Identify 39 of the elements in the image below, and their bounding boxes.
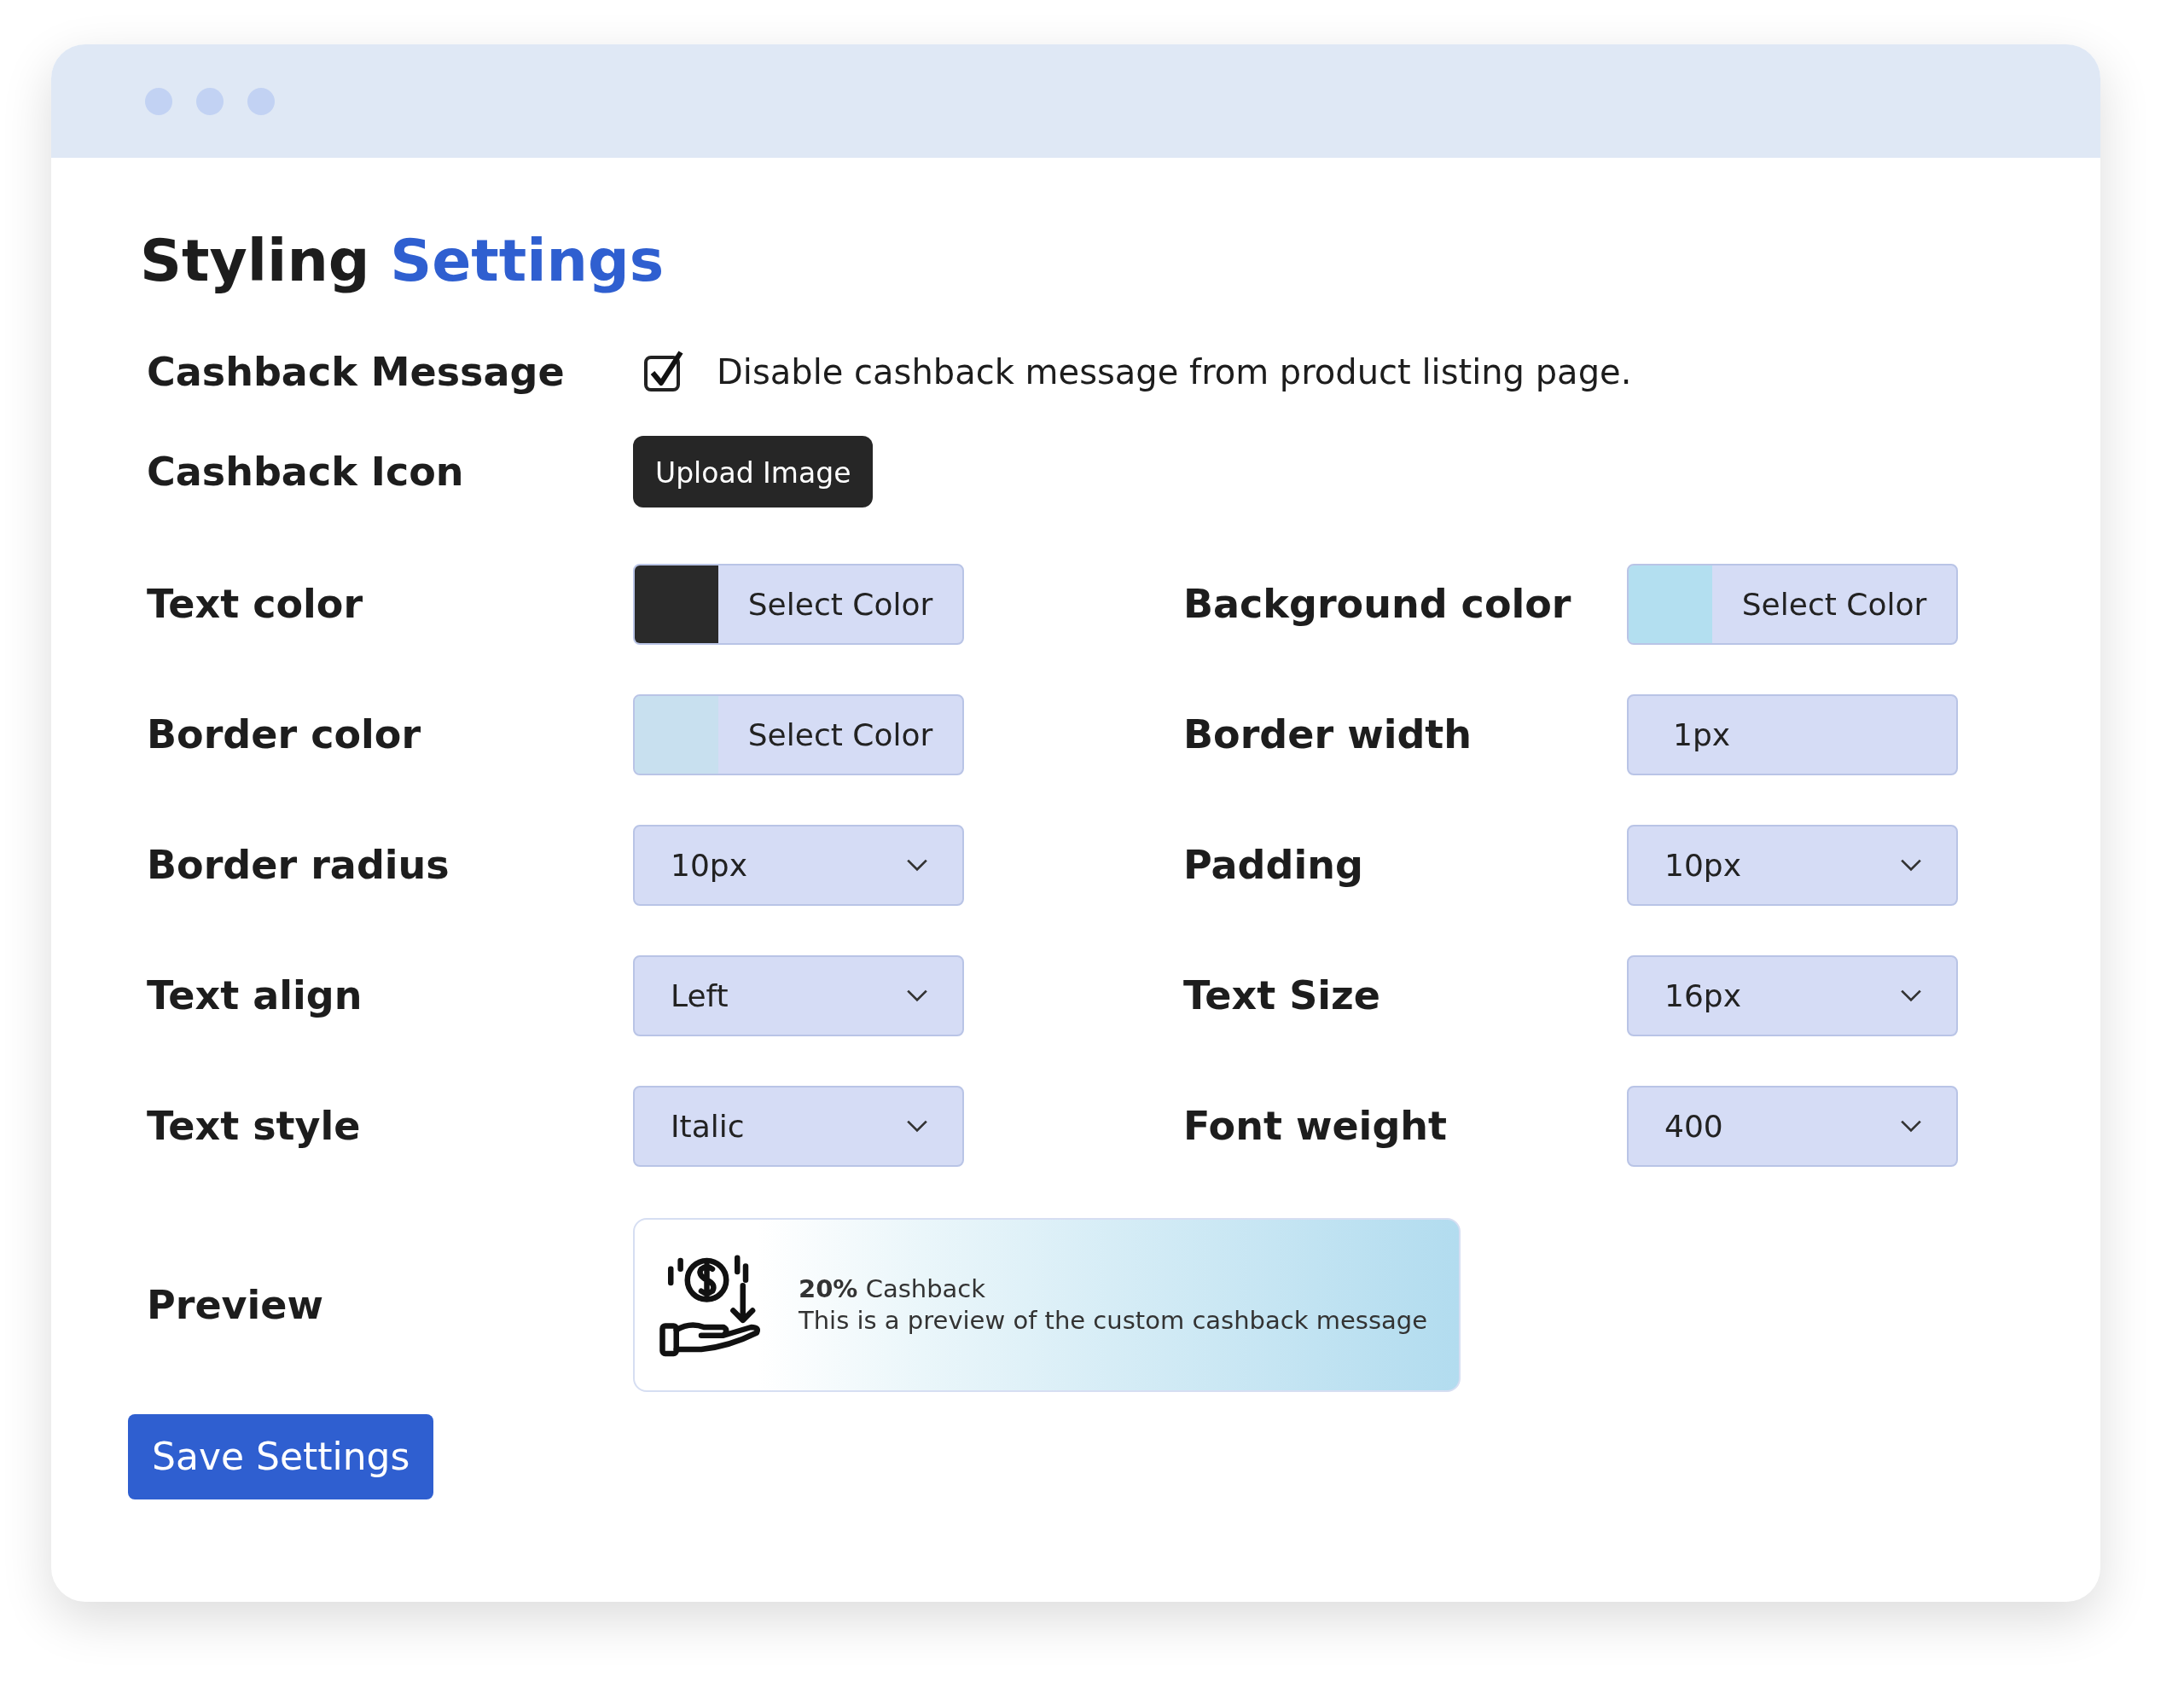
preview-message: This is a preview of the custom cashback message	[799, 1304, 1428, 1336]
field-label: Cashback Message	[147, 348, 566, 395]
checkbox-label: Disable cashback message from product listing page.	[717, 351, 1632, 392]
color-picker[interactable]: Select Color	[633, 563, 964, 645]
chevron-down-icon	[1900, 858, 1922, 873]
window-dot-icon	[196, 87, 224, 115]
page-title: Settings	[390, 227, 665, 294]
field-label: Text style	[147, 1103, 362, 1150]
input-field[interactable]: 1px	[1627, 693, 1958, 775]
field-label: Background color	[1183, 581, 1572, 628]
chevron-down-icon	[1900, 989, 1922, 1003]
field-label: Border radius	[147, 842, 450, 889]
dropdown[interactable]: Italic	[633, 1085, 964, 1167]
field-label: Text Size	[1183, 972, 1381, 1019]
upload-image-button[interactable]: Upload Image	[633, 435, 874, 508]
dropdown[interactable]: 16px	[1627, 954, 1958, 1036]
dropdown[interactable]: 400	[1627, 1085, 1958, 1167]
dropdown[interactable]: 10px	[633, 824, 964, 906]
field-label: Padding	[1183, 842, 1364, 889]
color-picker[interactable]: Select Color	[633, 693, 964, 775]
field-label: Border width	[1183, 711, 1473, 758]
preview-heading: 20% Cashback	[799, 1273, 987, 1305]
field-label: Font weight	[1183, 1103, 1449, 1150]
field-label: Text color	[147, 581, 364, 628]
window-dot-icon	[247, 87, 275, 115]
page-title: Styling	[140, 227, 370, 294]
field-label: Text align	[147, 972, 363, 1019]
chevron-down-icon	[906, 1119, 928, 1134]
dropdown[interactable]: 10px	[1627, 824, 1958, 906]
field-label: Border color	[147, 711, 422, 758]
chevron-down-icon	[906, 989, 928, 1003]
chevron-down-icon	[1900, 1119, 1922, 1134]
field-label: Preview	[147, 1281, 325, 1328]
field-label: Cashback Icon	[147, 448, 465, 495]
color-picker[interactable]: Select Color	[1627, 563, 1958, 645]
save-settings-button[interactable]: Save Settings	[128, 1413, 434, 1499]
dropdown[interactable]: Left	[633, 954, 964, 1036]
window-dot-icon	[145, 87, 172, 115]
chevron-down-icon	[906, 858, 928, 873]
